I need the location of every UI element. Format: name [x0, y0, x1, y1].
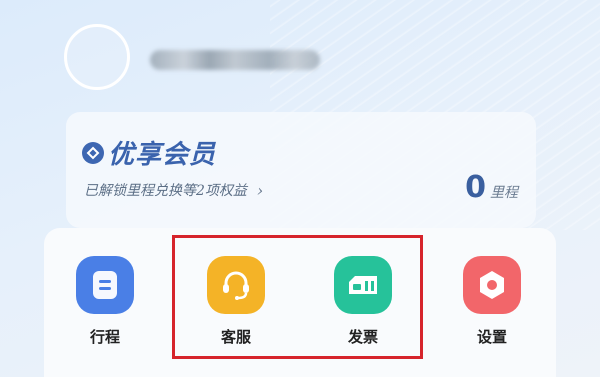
settings-icon — [463, 256, 521, 314]
membership-benefits-text: 已解锁里程兑换等2项权益 — [84, 183, 247, 199]
membership-badge-icon — [82, 141, 104, 164]
chevron-right-icon: › — [256, 180, 264, 200]
itinerary-icon — [76, 256, 134, 314]
mileage-points-value: 0 — [465, 170, 486, 205]
blurred-username — [150, 50, 320, 70]
mileage-points-unit: 里程 — [490, 185, 518, 201]
action-itinerary-label: 行程 — [89, 328, 120, 346]
action-settings[interactable]: 设置 — [447, 256, 537, 347]
membership-title: 优享会员 — [82, 134, 216, 171]
membership-card[interactable]: 优享会员 已解锁里程兑换等2项权益 › 0 里程 — [66, 112, 536, 228]
action-itinerary[interactable]: 行程 — [60, 256, 150, 347]
highlight-box — [172, 235, 423, 359]
membership-benefits-link[interactable]: 已解锁里程兑换等2项权益 › — [84, 180, 263, 200]
action-settings-label: 设置 — [476, 328, 507, 346]
avatar[interactable] — [64, 24, 130, 90]
mileage-points[interactable]: 0 里程 — [465, 170, 518, 205]
membership-title-text: 优享会员 — [108, 140, 217, 170]
